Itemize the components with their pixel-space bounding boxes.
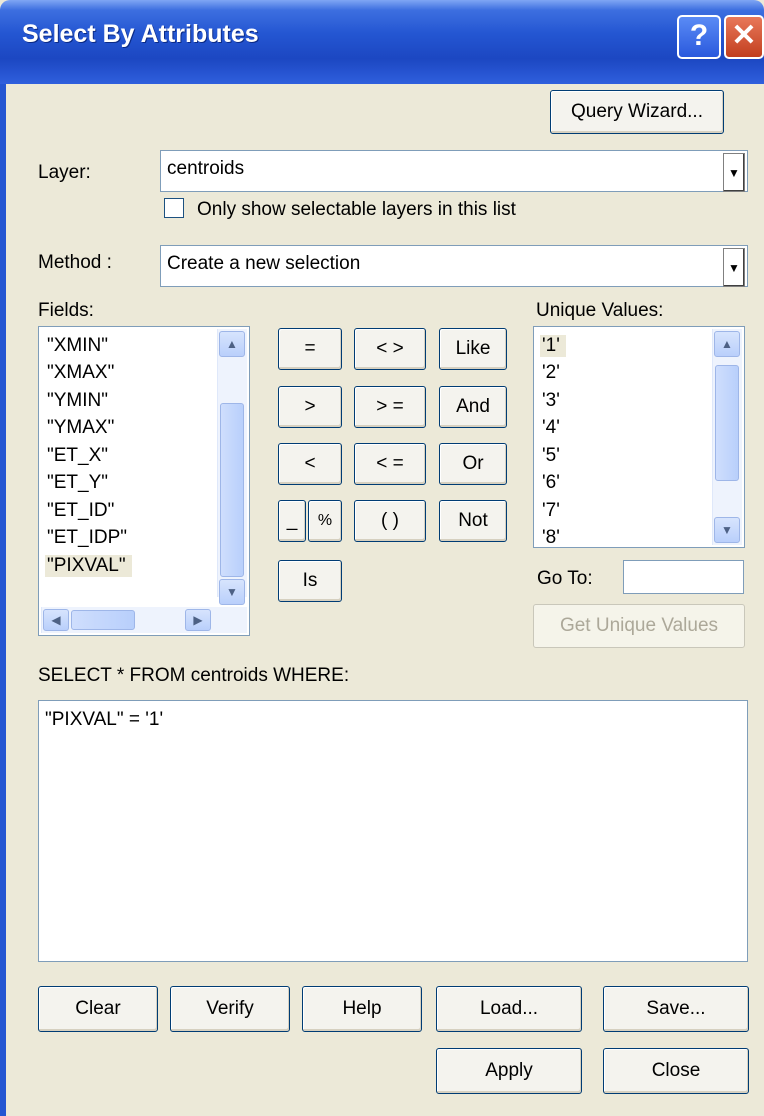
help-button[interactable]: Help [302,986,422,1032]
percent-wildcard-button[interactable]: % [308,500,342,542]
scroll-right-icon[interactable]: ▶ [185,609,211,631]
list-item[interactable]: "YMAX" [47,417,114,439]
method-dropdown[interactable]: Create a new selection ▼ [160,245,748,287]
goto-label: Go To: [537,568,593,589]
apply-button[interactable]: Apply [436,1048,582,1094]
list-item[interactable]: "XMIN" [47,335,108,357]
or-operator-button[interactable]: Or [439,443,507,485]
not-operator-button[interactable]: Not [439,500,507,542]
list-item[interactable]: '7' [542,500,560,522]
list-item[interactable]: "ET_ID" [47,500,114,522]
greater-equal-operator-button[interactable]: > = [354,386,426,428]
list-item[interactable]: "XMAX" [47,362,114,384]
underscore-wildcard-button[interactable]: _ [278,500,306,542]
greater-than-operator-button[interactable]: > [278,386,342,428]
clear-button[interactable]: Clear [38,986,158,1032]
question-mark-icon: ? [689,19,709,52]
scroll-down-icon[interactable]: ▼ [219,579,245,605]
is-operator-button[interactable]: Is [278,560,342,602]
less-equal-operator-button[interactable]: < = [354,443,426,485]
equals-operator-button[interactable]: = [278,328,342,370]
close-window-button[interactable]: ✕ [724,15,764,59]
fields-label: Fields: [38,300,94,321]
scroll-up-icon[interactable]: ▲ [219,331,245,357]
query-expression-text: "PIXVAL" = '1' [45,709,164,730]
list-item-selected[interactable]: "PIXVAL" [45,555,132,577]
scroll-left-icon[interactable]: ◀ [43,609,69,631]
window-frame-left [0,84,6,1116]
load-button[interactable]: Load... [436,986,582,1032]
less-than-operator-button[interactable]: < [278,443,342,485]
and-operator-button[interactable]: And [439,386,507,428]
not-equal-operator-button[interactable]: < > [354,328,426,370]
scroll-down-icon[interactable]: ▼ [714,517,740,543]
scroll-thumb[interactable] [715,365,739,481]
query-expression-textarea[interactable]: "PIXVAL" = '1' [38,700,748,962]
parentheses-button[interactable]: ( ) [354,500,426,542]
list-item[interactable]: '8' [542,527,560,547]
fields-list[interactable]: "XMIN" "XMAX" "YMIN" "YMAX" "ET_X" "ET_Y… [38,326,250,636]
layer-label: Layer: [38,162,91,183]
list-item[interactable]: "ET_Y" [47,472,108,494]
horizontal-scroll-thumb[interactable] [71,610,135,630]
chevron-down-icon[interactable]: ▼ [723,153,745,192]
list-item[interactable]: '3' [542,390,560,412]
list-item[interactable]: "YMIN" [47,390,108,412]
list-item[interactable]: '5' [542,445,560,467]
list-item[interactable]: '2' [542,362,560,384]
list-item[interactable]: "ET_IDP" [47,527,127,549]
query-wizard-button[interactable]: Query Wizard... [550,90,724,134]
layer-value: centroids [167,158,245,179]
scroll-thumb[interactable] [220,403,244,577]
list-item[interactable]: "ET_X" [47,445,108,467]
close-icon: ✕ [731,19,757,52]
layer-dropdown[interactable]: centroids ▼ [160,150,748,192]
save-button[interactable]: Save... [603,986,749,1032]
verify-button[interactable]: Verify [170,986,290,1032]
list-item-selected[interactable]: '1' [540,335,566,357]
selectable-layers-checkbox[interactable] [164,198,184,218]
list-item[interactable]: '6' [542,472,560,494]
close-button[interactable]: Close [603,1048,749,1094]
goto-input[interactable] [623,560,744,594]
chevron-down-icon[interactable]: ▼ [723,248,745,287]
query-header: SELECT * FROM centroids WHERE: [38,665,350,686]
window-title: Select By Attributes [22,20,259,48]
get-unique-values-button[interactable]: Get Unique Values [533,604,745,648]
unique-values-label: Unique Values: [536,300,664,321]
like-operator-button[interactable]: Like [439,328,507,370]
scroll-up-icon[interactable]: ▲ [714,331,740,357]
list-item[interactable]: '4' [542,417,560,439]
method-label: Method : [38,252,112,273]
selectable-layers-label: Only show selectable layers in this list [197,199,516,220]
method-value: Create a new selection [167,253,361,274]
unique-values-list[interactable]: '1' '2' '3' '4' '5' '6' '7' '8' ▲ ▼ [533,326,745,548]
help-title-button[interactable]: ? [677,15,721,59]
